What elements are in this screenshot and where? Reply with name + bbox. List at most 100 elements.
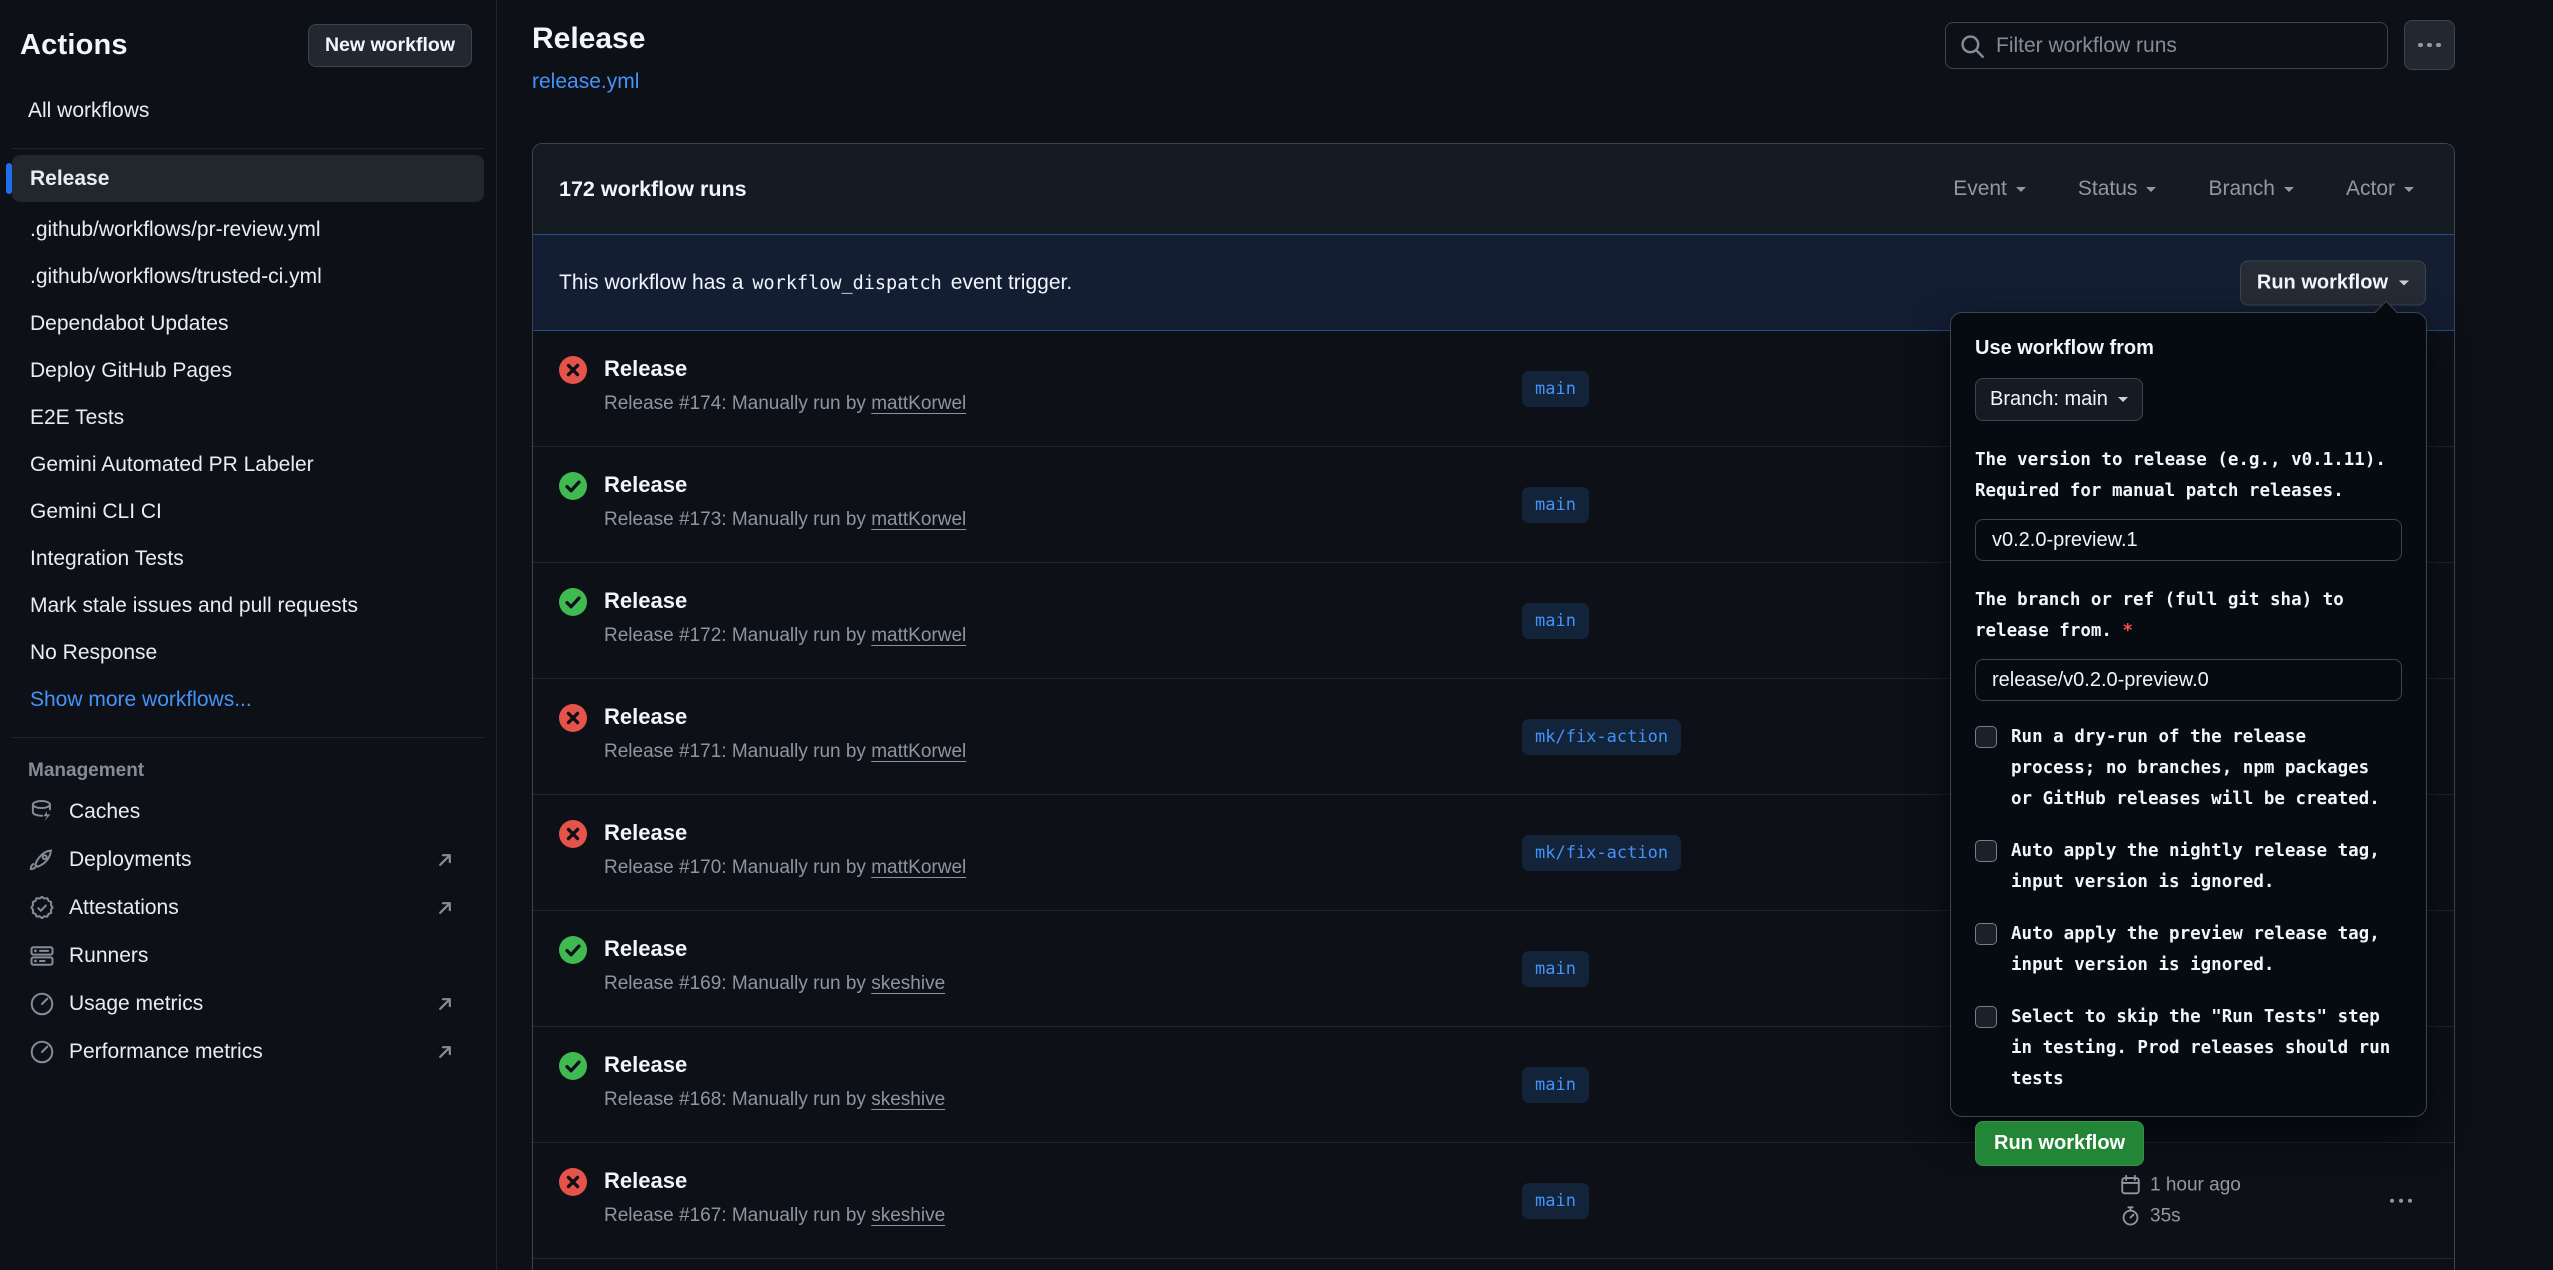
sidebar-item-github-workflows-pr-review-yml[interactable]: .github/workflows/pr-review.yml xyxy=(12,206,484,253)
filter-status[interactable]: Status xyxy=(2078,177,2157,201)
sidebar-item-gemini-cli-ci[interactable]: Gemini CLI CI xyxy=(12,488,484,535)
failed-status-icon xyxy=(559,704,587,732)
actor-link[interactable]: mattKorwel xyxy=(871,393,966,414)
sidebar-item-all-workflows[interactable]: All workflows xyxy=(12,87,484,134)
run-description: Release #169: Manually run by skeshive xyxy=(604,973,945,995)
run-title[interactable]: Release xyxy=(604,472,966,498)
actor-link[interactable]: mattKorwel xyxy=(871,741,966,762)
filter-runs-input[interactable] xyxy=(1996,34,2374,58)
sidebar-divider xyxy=(12,148,484,149)
branch-selector-button[interactable]: Branch: main xyxy=(1975,378,2143,421)
popup-checkbox-row: Auto apply the nightly release tag, inpu… xyxy=(1975,836,2402,898)
run-time: 1 hour ago xyxy=(2150,1174,2241,1196)
run-title[interactable]: Release xyxy=(604,936,945,962)
run-title[interactable]: Release xyxy=(604,588,966,614)
sidebar-item-release[interactable]: Release xyxy=(12,155,484,202)
banner-text: This workflow has aworkflow_dispatcheven… xyxy=(559,271,1072,295)
run-title[interactable]: Release xyxy=(604,1168,945,1194)
branch-label[interactable]: main xyxy=(1522,603,1589,639)
chevron-down-icon xyxy=(2399,280,2409,290)
branch-label[interactable]: mk/fix-action xyxy=(1522,719,1681,755)
run-title[interactable]: Release xyxy=(604,704,966,730)
sidebar-item-dependabot-updates[interactable]: Dependabot Updates xyxy=(12,300,484,347)
run-description: Release #173: Manually run by mattKorwel xyxy=(604,509,966,531)
management-item-attestations[interactable]: Attestations xyxy=(0,884,496,932)
management-item-usage-metrics[interactable]: Usage metrics xyxy=(0,980,496,1028)
run-kebab-button[interactable] xyxy=(2384,1192,2419,1209)
run-title[interactable]: Release xyxy=(604,1052,945,1078)
management-item-caches[interactable]: Caches xyxy=(0,788,496,836)
actor-link[interactable]: mattKorwel xyxy=(871,509,966,530)
sidebar-item-gemini-automated-pr-labeler[interactable]: Gemini Automated PR Labeler xyxy=(12,441,484,488)
management-item-performance-metrics[interactable]: Performance metrics xyxy=(0,1028,496,1076)
page-kebab-button[interactable] xyxy=(2404,20,2455,70)
filter-branch[interactable]: Branch xyxy=(2208,177,2294,201)
gauge-icon xyxy=(28,990,56,1018)
workflow-item-label: Gemini CLI CI xyxy=(30,500,162,524)
sidebar-item-show-more-workflows[interactable]: Show more workflows... xyxy=(12,676,484,723)
popup-checkbox-row: Run a dry-run of the release process; no… xyxy=(1975,722,2402,815)
sidebar-item-deploy-github-pages[interactable]: Deploy GitHub Pages xyxy=(12,347,484,394)
run-description: Release #174: Manually run by mattKorwel xyxy=(604,393,966,415)
page-title: Release xyxy=(532,22,645,56)
run-workflow-submit-button[interactable]: Run workflow xyxy=(1975,1121,2144,1166)
workflow-item-label: Dependabot Updates xyxy=(30,312,229,336)
management-item-label: Performance metrics xyxy=(69,1040,263,1064)
branch-label[interactable]: mk/fix-action xyxy=(1522,835,1681,871)
checkbox-label: Auto apply the nightly release tag, inpu… xyxy=(2011,836,2380,898)
checkbox[interactable] xyxy=(1975,726,1997,748)
actor-link[interactable]: skeshive xyxy=(871,1089,945,1110)
run-title[interactable]: Release xyxy=(604,820,966,846)
management-item-deployments[interactable]: Deployments xyxy=(0,836,496,884)
workflow-item-label: Show more workflows... xyxy=(30,688,252,712)
version-input[interactable] xyxy=(1975,519,2402,561)
run-meta: 1 hour ago 35s xyxy=(2120,1174,2241,1227)
filter-runs-search[interactable] xyxy=(1945,22,2388,69)
new-workflow-button[interactable]: New workflow xyxy=(308,24,472,67)
branch-label[interactable]: main xyxy=(1522,1183,1589,1219)
management-item-label: Runners xyxy=(69,944,148,968)
actor-link[interactable]: mattKorwel xyxy=(871,625,966,646)
branch-label[interactable]: main xyxy=(1522,371,1589,407)
branch-label[interactable]: main xyxy=(1522,951,1589,987)
chevron-down-icon xyxy=(2284,187,2294,197)
workflow-file-link[interactable]: release.yml xyxy=(532,70,639,94)
run-description: Release #170: Manually run by mattKorwel xyxy=(604,857,966,879)
run-workflow-dropdown-button[interactable]: Run workflow xyxy=(2240,260,2426,305)
run-title[interactable]: Release xyxy=(604,356,966,382)
workflow-item-label: E2E Tests xyxy=(30,406,124,430)
checkbox[interactable] xyxy=(1975,840,1997,862)
workflow-item-label: Mark stale issues and pull requests xyxy=(30,594,358,618)
workflow-item-label: Gemini Automated PR Labeler xyxy=(30,453,314,477)
management-item-label: Attestations xyxy=(69,896,179,920)
actor-link[interactable]: skeshive xyxy=(871,973,945,994)
workflow-item-label: .github/workflows/trusted-ci.yml xyxy=(30,265,322,289)
sidebar-item-integration-tests[interactable]: Integration Tests xyxy=(12,535,484,582)
runs-filters: Event Status Branch Actor xyxy=(1953,177,2414,201)
failed-status-icon xyxy=(559,1168,587,1196)
failed-status-icon xyxy=(559,356,587,384)
branch-label[interactable]: main xyxy=(1522,1067,1589,1103)
branch-label[interactable]: main xyxy=(1522,487,1589,523)
filter-event[interactable]: Event xyxy=(1953,177,2026,201)
verified-icon xyxy=(28,894,56,922)
workflow-item-label: Integration Tests xyxy=(30,547,184,571)
management-item-runners[interactable]: Runners xyxy=(0,932,496,980)
checkbox[interactable] xyxy=(1975,923,1997,945)
actions-sidebar: Actions New workflow All workflows Relea… xyxy=(0,0,497,1270)
checkbox-label: Run a dry-run of the release process; no… xyxy=(2011,722,2380,815)
sidebar-item-github-workflows-trusted-ci-yml[interactable]: .github/workflows/trusted-ci.yml xyxy=(12,253,484,300)
filter-actor[interactable]: Actor xyxy=(2346,177,2414,201)
ref-input[interactable] xyxy=(1975,659,2402,701)
actor-link[interactable]: mattKorwel xyxy=(871,857,966,878)
popup-title: Use workflow from xyxy=(1975,337,2402,360)
sidebar-item-mark-stale-issues-and-pull-requests[interactable]: Mark stale issues and pull requests xyxy=(12,582,484,629)
checkbox[interactable] xyxy=(1975,1006,1997,1028)
popup-checkbox-row: Select to skip the "Run Tests" step in t… xyxy=(1975,1002,2402,1095)
actor-link[interactable]: skeshive xyxy=(871,1205,945,1226)
sidebar-item-no-response[interactable]: No Response xyxy=(12,629,484,676)
run-description: Release #167: Manually run by skeshive xyxy=(604,1205,945,1227)
success-status-icon xyxy=(559,472,587,500)
popup-checkbox-row: Auto apply the preview release tag, inpu… xyxy=(1975,919,2402,981)
sidebar-item-e2e-tests[interactable]: E2E Tests xyxy=(12,394,484,441)
